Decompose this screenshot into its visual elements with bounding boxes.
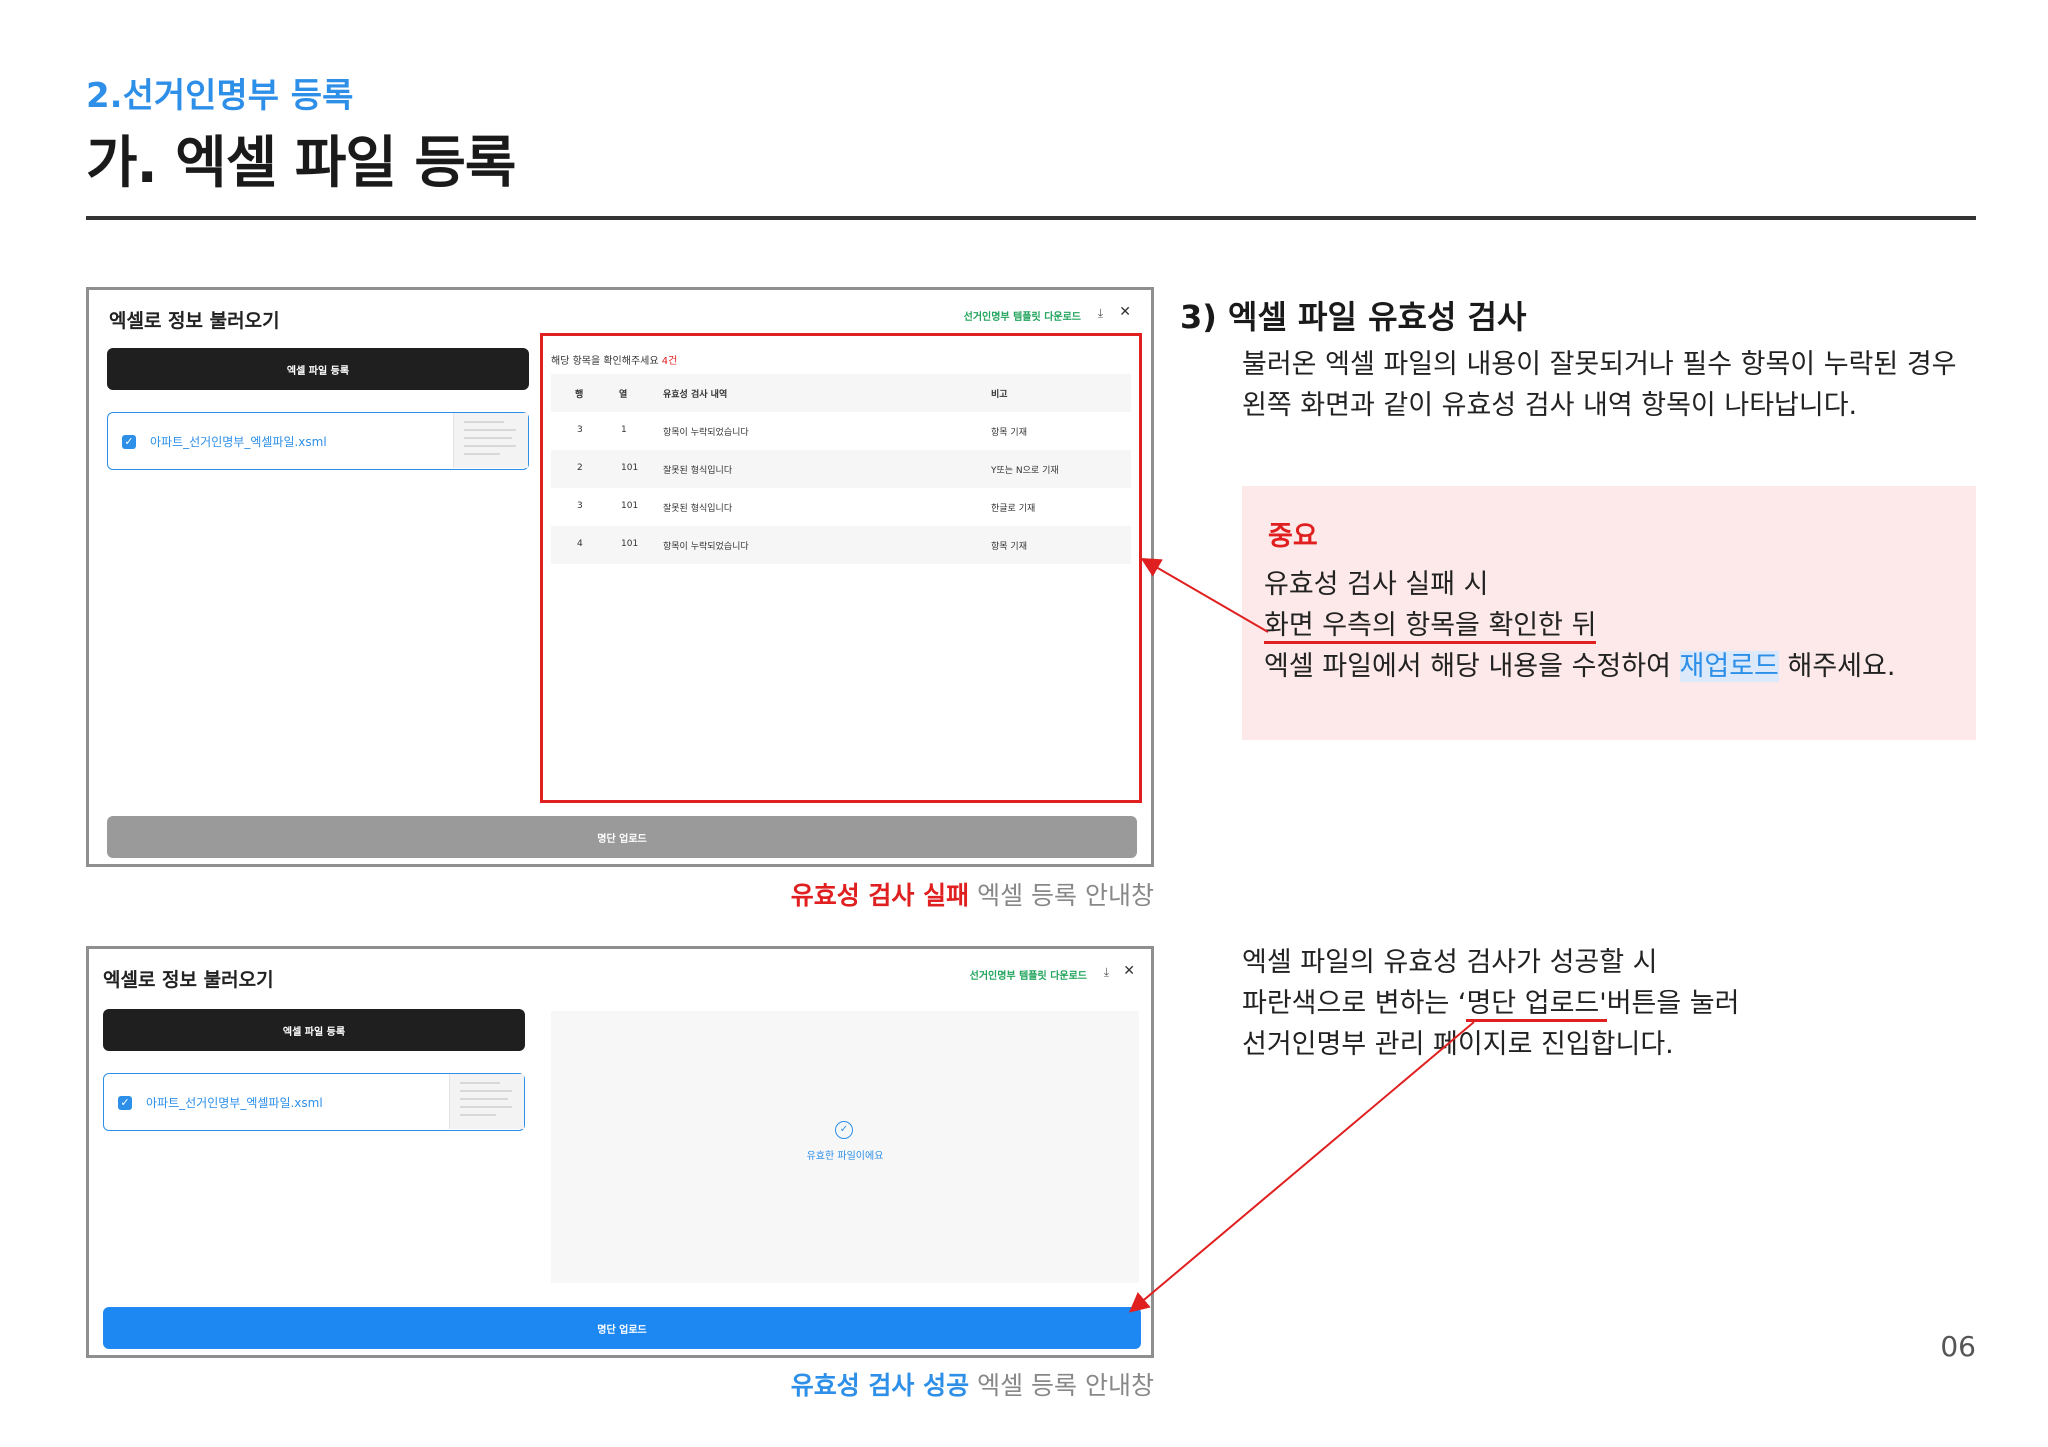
arrow-to-upload-button — [1128, 1021, 1475, 1313]
arrow-to-error-panel — [1140, 557, 1269, 633]
annotation-arrows — [1128, 557, 1475, 1313]
